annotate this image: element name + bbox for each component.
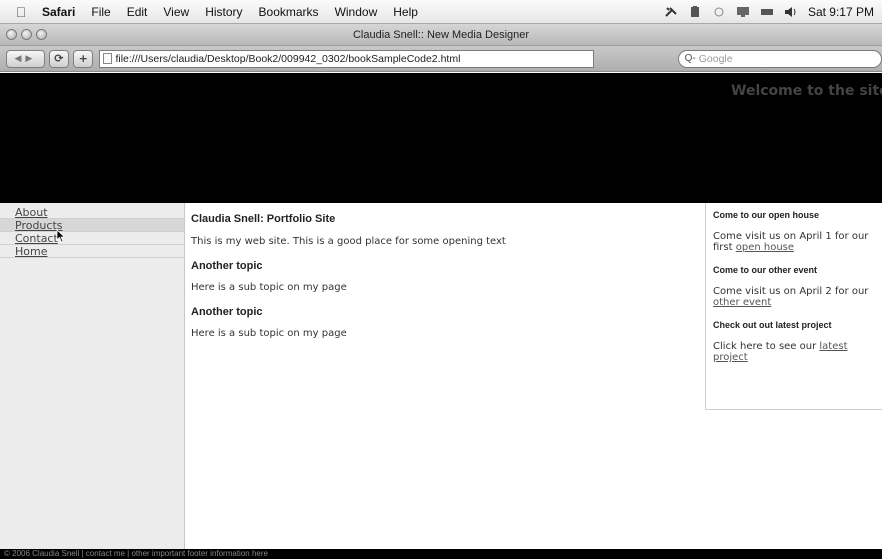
menu-app-safari[interactable]: Safari: [34, 5, 83, 19]
minimize-window-button[interactable]: [21, 29, 32, 40]
script-tools-icon[interactable]: [664, 6, 678, 18]
window-controls: [6, 29, 47, 40]
topic-text: Here is a sub topic on my page: [191, 282, 347, 293]
window-titlebar[interactable]: Claudia Snell:: New Media Designer: [0, 24, 882, 46]
topic-heading: Another topic: [191, 306, 263, 318]
banner-title: Welcome to the site: [731, 83, 882, 99]
nav-item-contact[interactable]: Contact: [0, 232, 184, 245]
address-bar-url[interactable]: file:///Users/claudia/Desktop/Book2/0099…: [115, 53, 460, 65]
search-input[interactable]: Q- Google: [677, 49, 882, 68]
page-footer: © 2006 Claudia Snell | contact me | othe…: [0, 549, 882, 559]
back-forward-button[interactable]: ◀ ▶: [6, 49, 45, 68]
menu-file[interactable]: File: [83, 5, 118, 19]
web-page: Welcome to the site About Products Conta…: [0, 73, 882, 559]
event-heading: Come to our other event: [713, 265, 818, 275]
mouse-pointer-icon: [56, 229, 66, 243]
open-house-link[interactable]: open house: [736, 242, 794, 253]
add-bookmark-button[interactable]: +: [73, 49, 94, 68]
page-document-icon: [103, 53, 113, 64]
address-bar[interactable]: file:///Users/claudia/Desktop/Book2/0099…: [99, 49, 594, 68]
topic-heading: Another topic: [191, 260, 263, 272]
nav-menu: About Products Contact Home: [0, 203, 184, 258]
display-icon[interactable]: [736, 6, 750, 18]
plus-icon: +: [78, 52, 88, 65]
zoom-window-button[interactable]: [36, 29, 47, 40]
forward-arrow-icon[interactable]: ▶: [25, 54, 36, 64]
reload-button[interactable]: ⟳: [48, 49, 70, 68]
menu-history[interactable]: History: [197, 5, 250, 19]
menu-bookmarks[interactable]: Bookmarks: [251, 5, 327, 19]
project-text-body: Click here to see our: [713, 341, 820, 352]
page-title: Claudia Snell: Portfolio Site: [191, 213, 336, 225]
back-arrow-icon[interactable]: ◀: [14, 54, 25, 64]
nav-item-about[interactable]: About: [0, 206, 184, 219]
footer-text: © 2006 Claudia Snell | contact me | othe…: [4, 549, 268, 558]
reload-icon: ⟳: [54, 52, 64, 65]
topic-text: Here is a sub topic on my page: [191, 328, 347, 339]
search-icon[interactable]: Q-: [685, 53, 696, 64]
project-heading: Check out out latest project: [713, 320, 832, 330]
apple-menu-icon[interactable]: : [8, 4, 34, 20]
nav-item-home[interactable]: Home: [0, 245, 184, 258]
volume-icon[interactable]: [784, 6, 798, 18]
menu-help[interactable]: Help: [385, 5, 426, 19]
page-banner: Welcome to the site: [0, 73, 882, 203]
intro-text: This is my web site. This is a good plac…: [191, 236, 506, 247]
event-text-body: Come visit us on April 2 for our: [713, 286, 869, 297]
menu-window[interactable]: Window: [327, 5, 386, 19]
menu-edit[interactable]: Edit: [119, 5, 156, 19]
project-text: Click here to see our latest project: [713, 341, 881, 363]
left-sidebar: About Products Contact Home: [0, 203, 185, 549]
menu-bar:  Safari File Edit View History Bookmark…: [0, 0, 882, 24]
main-content: Claudia Snell: Portfolio Site This is my…: [191, 213, 696, 352]
event-heading: Come to our open house: [713, 210, 820, 220]
menu-clock[interactable]: Sat 9:17 PM: [808, 5, 874, 19]
event-text: Come visit us on April 1 for our first o…: [713, 231, 881, 253]
search-placeholder: Google: [698, 52, 733, 65]
close-window-button[interactable]: [6, 29, 17, 40]
menu-view[interactable]: View: [155, 5, 197, 19]
keyboard-icon[interactable]: [760, 6, 774, 18]
event-text: Come visit us on April 2 for our other e…: [713, 286, 881, 308]
right-sidebar: Come to our open house Come visit us on …: [705, 203, 882, 410]
other-event-link[interactable]: other event: [713, 297, 771, 308]
menu-extras: Sat 9:17 PM: [664, 5, 882, 19]
battery-icon[interactable]: [688, 5, 702, 18]
browser-toolbar: ◀ ▶ ⟳ + file:///Users/claudia/Desktop/Boo…: [0, 46, 882, 72]
window-title: Claudia Snell:: New Media Designer: [352, 28, 530, 41]
sync-icon[interactable]: [712, 6, 726, 18]
nav-item-products[interactable]: Products: [0, 219, 184, 232]
